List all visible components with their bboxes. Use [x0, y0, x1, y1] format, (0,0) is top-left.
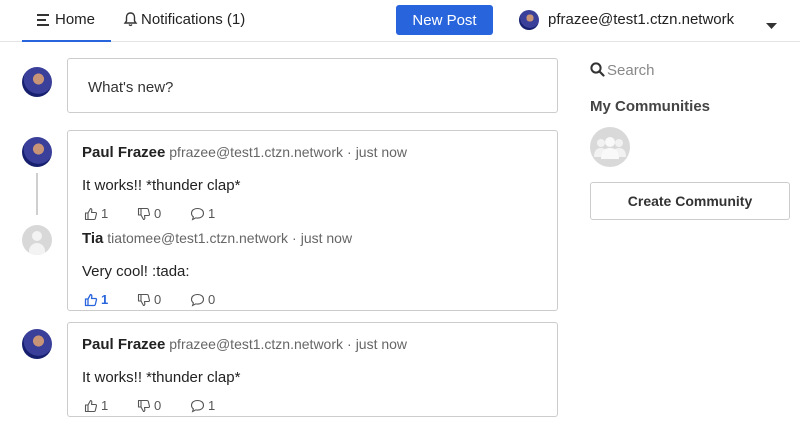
thumbs-up-icon: [84, 207, 98, 220]
like-button[interactable]: 1: [84, 398, 108, 413]
thread-card: Paul Frazee pfrazee@test1.ctzn.network · j…: [67, 322, 558, 417]
user-handle: pfrazee@test1.ctzn.network: [548, 11, 735, 28]
search-icon: [590, 62, 605, 82]
post[interactable]: Paul Frazee pfrazee@test1.ctzn.network · j…: [82, 144, 408, 221]
reply-post[interactable]: Tia tiatomee@test1.ctzn.network · just now…: [82, 230, 353, 307]
avatar[interactable]: [22, 225, 52, 255]
post-time[interactable]: just now: [356, 336, 407, 352]
user-menu[interactable]: pfrazee@test1.ctzn.network: [519, 9, 781, 31]
post[interactable]: Paul Frazee pfrazee@test1.ctzn.network · j…: [82, 336, 408, 413]
reply-count: 0: [208, 292, 216, 307]
post-meta: Tia tiatomee@test1.ctzn.network · just now: [82, 230, 353, 247]
reply-button[interactable]: 1: [190, 398, 215, 413]
dislike-button[interactable]: 0: [137, 398, 161, 413]
my-communities-heading: My Communities: [590, 98, 711, 115]
reply-button[interactable]: 0: [190, 292, 215, 307]
post-time[interactable]: just now: [356, 144, 407, 160]
like-button[interactable]: 1: [84, 292, 108, 307]
post-meta: Paul Frazee pfrazee@test1.ctzn.network · j…: [82, 336, 408, 353]
reply-count: 1: [208, 398, 216, 413]
bell-icon: [123, 11, 138, 32]
thumbs-up-icon: [84, 293, 98, 306]
comment-icon: [190, 293, 205, 307]
nav-notifications-label: Notifications (1): [141, 11, 246, 28]
author-name[interactable]: Tia: [82, 230, 103, 247]
dislike-button[interactable]: 0: [137, 292, 161, 307]
thumbs-up-icon: [84, 399, 98, 412]
nav-home-label: Home: [55, 11, 96, 28]
avatar: [22, 67, 52, 97]
dislike-count: 0: [154, 292, 162, 307]
dislike-button[interactable]: 0: [137, 206, 161, 221]
comment-icon: [190, 207, 205, 221]
search-input[interactable]: [607, 61, 777, 79]
composer-placeholder: What's new?: [88, 79, 174, 96]
community-avatar[interactable]: [590, 127, 630, 167]
post-text: Very cool! :tada:: [82, 263, 190, 280]
avatar[interactable]: [22, 329, 52, 359]
thumbs-down-icon: [137, 207, 151, 220]
top-nav: Home Notifications (1) New Post pfrazee@…: [0, 0, 800, 42]
thumbs-down-icon: [137, 399, 151, 412]
post-text: It works!! *thunder clap*: [82, 177, 241, 194]
menu-icon: [36, 13, 50, 32]
comment-icon: [190, 399, 205, 413]
author-name[interactable]: Paul Frazee: [82, 336, 165, 353]
author-name[interactable]: Paul Frazee: [82, 144, 165, 161]
avatar: [519, 10, 539, 30]
post-composer[interactable]: What's new?: [67, 58, 558, 113]
group-icon: [594, 137, 626, 159]
nav-home[interactable]: Home: [22, 0, 111, 42]
avatar[interactable]: [22, 137, 52, 167]
thread-line: [36, 173, 38, 215]
post-meta: Paul Frazee pfrazee@test1.ctzn.network · j…: [82, 144, 408, 161]
like-count: 1: [101, 398, 109, 413]
create-community-button[interactable]: Create Community: [590, 182, 790, 220]
post-text: It works!! *thunder clap*: [82, 369, 241, 386]
author-handle[interactable]: pfrazee@test1.ctzn.network: [169, 144, 343, 160]
author-handle[interactable]: pfrazee@test1.ctzn.network: [169, 336, 343, 352]
author-handle[interactable]: tiatomee@test1.ctzn.network: [107, 230, 288, 246]
thumbs-down-icon: [137, 293, 151, 306]
like-count: 1: [101, 206, 109, 221]
new-post-button[interactable]: New Post: [396, 5, 493, 35]
thread-card: Paul Frazee pfrazee@test1.ctzn.network · j…: [67, 130, 558, 311]
post-time[interactable]: just now: [301, 230, 352, 246]
reply-button[interactable]: 1: [190, 206, 215, 221]
dislike-count: 0: [154, 398, 162, 413]
like-count: 1: [101, 292, 109, 307]
like-button[interactable]: 1: [84, 206, 108, 221]
caret-down-icon[interactable]: [766, 17, 777, 35]
dislike-count: 0: [154, 206, 162, 221]
reply-count: 1: [208, 206, 216, 221]
